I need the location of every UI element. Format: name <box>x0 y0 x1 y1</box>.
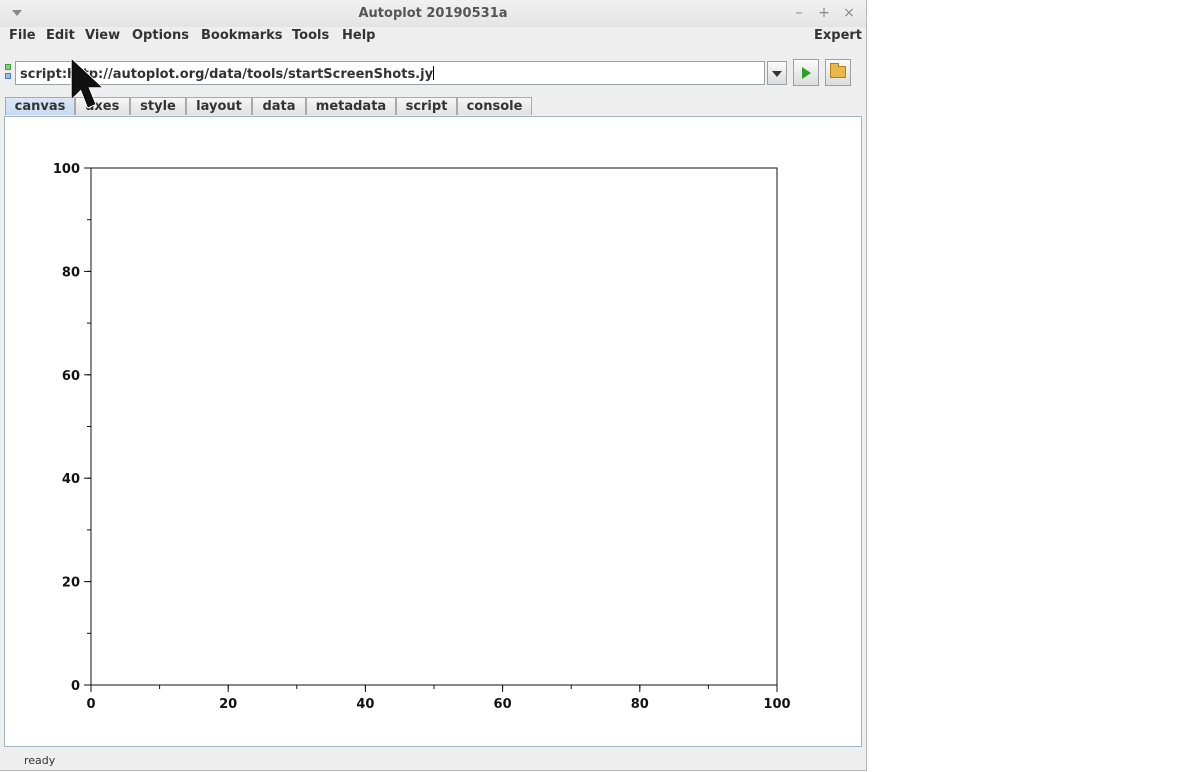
maximize-icon[interactable]: + <box>815 4 833 22</box>
plot-svg[interactable]: 0 20 40 60 80 100 0 20 40 60 80 100 <box>6 119 861 745</box>
y-tick-label: 20 <box>62 576 80 591</box>
play-icon <box>802 67 811 79</box>
menu-bookmarks[interactable]: Bookmarks <box>201 28 283 43</box>
tab-data[interactable]: data <box>252 97 306 115</box>
y-tick-label: 0 <box>71 679 80 694</box>
tab-console[interactable]: console <box>457 97 532 115</box>
minimize-icon[interactable]: – <box>790 4 808 22</box>
menu-options[interactable]: Options <box>132 28 189 43</box>
x-tick-label: 80 <box>631 697 649 712</box>
tab-script[interactable]: script <box>396 97 457 115</box>
menu-tools[interactable]: Tools <box>292 28 329 43</box>
chevron-down-icon <box>772 71 782 77</box>
browse-button[interactable] <box>825 59 851 86</box>
url-row: script:http://autoplot.org/data/tools/st… <box>0 58 866 90</box>
window-title: Autoplot 20190531a <box>358 6 508 21</box>
mouse-pointer-icon <box>70 58 103 109</box>
x-tick-label: 20 <box>219 697 237 712</box>
status-text: ready <box>24 754 56 767</box>
menu-bar: File Edit View Options Bookmarks Tools H… <box>0 26 866 46</box>
x-tick-label: 40 <box>356 697 374 712</box>
menu-view[interactable]: View <box>85 28 120 43</box>
go-button[interactable] <box>793 59 819 86</box>
x-tick-label: 100 <box>763 697 790 712</box>
url-input[interactable]: script:http://autoplot.org/data/tools/st… <box>15 61 765 85</box>
y-tick-label: 40 <box>62 472 80 487</box>
tab-layout[interactable]: layout <box>186 97 252 115</box>
expert-mode-menu[interactable]: Expert <box>814 28 862 43</box>
menu-help[interactable]: Help <box>342 28 375 43</box>
status-bar: ready <box>0 752 866 770</box>
folder-icon <box>830 63 846 78</box>
x-tick-label: 0 <box>86 697 95 712</box>
y-tick-label: 80 <box>62 265 80 280</box>
title-bar[interactable]: Autoplot 20190531a – + × <box>0 0 866 27</box>
canvas-tab-panel: 0 20 40 60 80 100 0 20 40 60 80 100 <box>4 116 862 747</box>
x-tick-label: 60 <box>494 697 512 712</box>
y-tick-label: 100 <box>53 162 80 177</box>
url-history-dropdown-button[interactable] <box>767 61 787 85</box>
y-tick-label: 60 <box>62 369 80 384</box>
tab-style[interactable]: style <box>130 97 186 115</box>
menu-edit[interactable]: Edit <box>46 28 75 43</box>
text-caret <box>433 66 435 80</box>
url-status-icon <box>5 64 11 80</box>
autoplot-window: Autoplot 20190531a – + × File Edit View … <box>0 0 867 771</box>
tab-metadata[interactable]: metadata <box>306 97 396 115</box>
tab-canvas[interactable]: canvas <box>5 97 75 115</box>
menu-file[interactable]: File <box>9 28 36 43</box>
plot-frame <box>90 167 778 686</box>
plot-canvas[interactable]: 0 20 40 60 80 100 0 20 40 60 80 100 <box>6 119 861 745</box>
close-icon[interactable]: × <box>840 4 858 22</box>
